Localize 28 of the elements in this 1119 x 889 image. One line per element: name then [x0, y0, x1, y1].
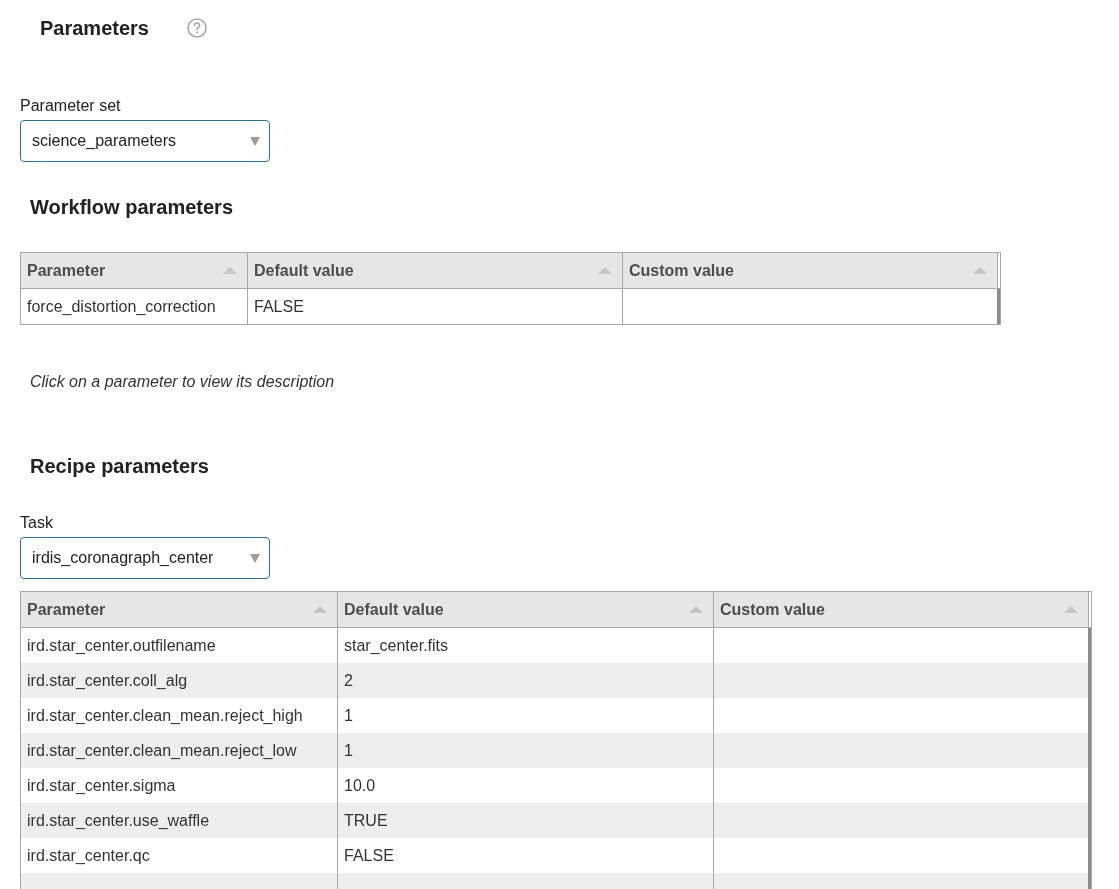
- hint-text: Click on a parameter to view its description: [30, 372, 335, 392]
- table-row[interactable]: ird.star_center.coll_alg 2: [21, 663, 1088, 698]
- caret-icon: [250, 553, 260, 563]
- section-heading: Recipe parameters: [30, 454, 209, 479]
- table-cell: FALSE: [248, 289, 623, 324]
- column-header[interactable]: Custom value: [714, 592, 1089, 627]
- triangle-up-icon: [1064, 606, 1078, 613]
- column-header[interactable]: Default value: [338, 592, 714, 627]
- field-label: Parameter set: [20, 96, 121, 116]
- column-header[interactable]: Parameter: [21, 592, 338, 627]
- triangle-up-icon: [313, 606, 327, 613]
- section-heading: Workflow parameters: [30, 195, 234, 220]
- triangle-up-icon: [598, 267, 612, 274]
- triangle-up-icon: [223, 267, 237, 274]
- table-cell: force_distortion_correction: [21, 289, 248, 324]
- help-icon[interactable]: [186, 18, 207, 38]
- caret-icon: [250, 136, 260, 146]
- table-row[interactable]: ird.star_center.clean_mean.reject_low 1: [21, 733, 1088, 768]
- column-header[interactable]: Custom value: [623, 253, 998, 288]
- field-label: Task: [20, 513, 53, 533]
- column-header[interactable]: Parameter: [21, 253, 248, 288]
- triangle-up-icon: [689, 606, 703, 613]
- column-header[interactable]: Default value: [248, 253, 623, 288]
- page-title: Parameters: [40, 16, 149, 41]
- triangle-up-icon: [973, 267, 987, 274]
- select-dropdown[interactable]: irdis_coronagraph_center: [20, 537, 270, 579]
- table-row[interactable]: ird.star_center.use_waffle TRUE: [21, 803, 1088, 838]
- select-dropdown[interactable]: science_parameters: [20, 120, 270, 162]
